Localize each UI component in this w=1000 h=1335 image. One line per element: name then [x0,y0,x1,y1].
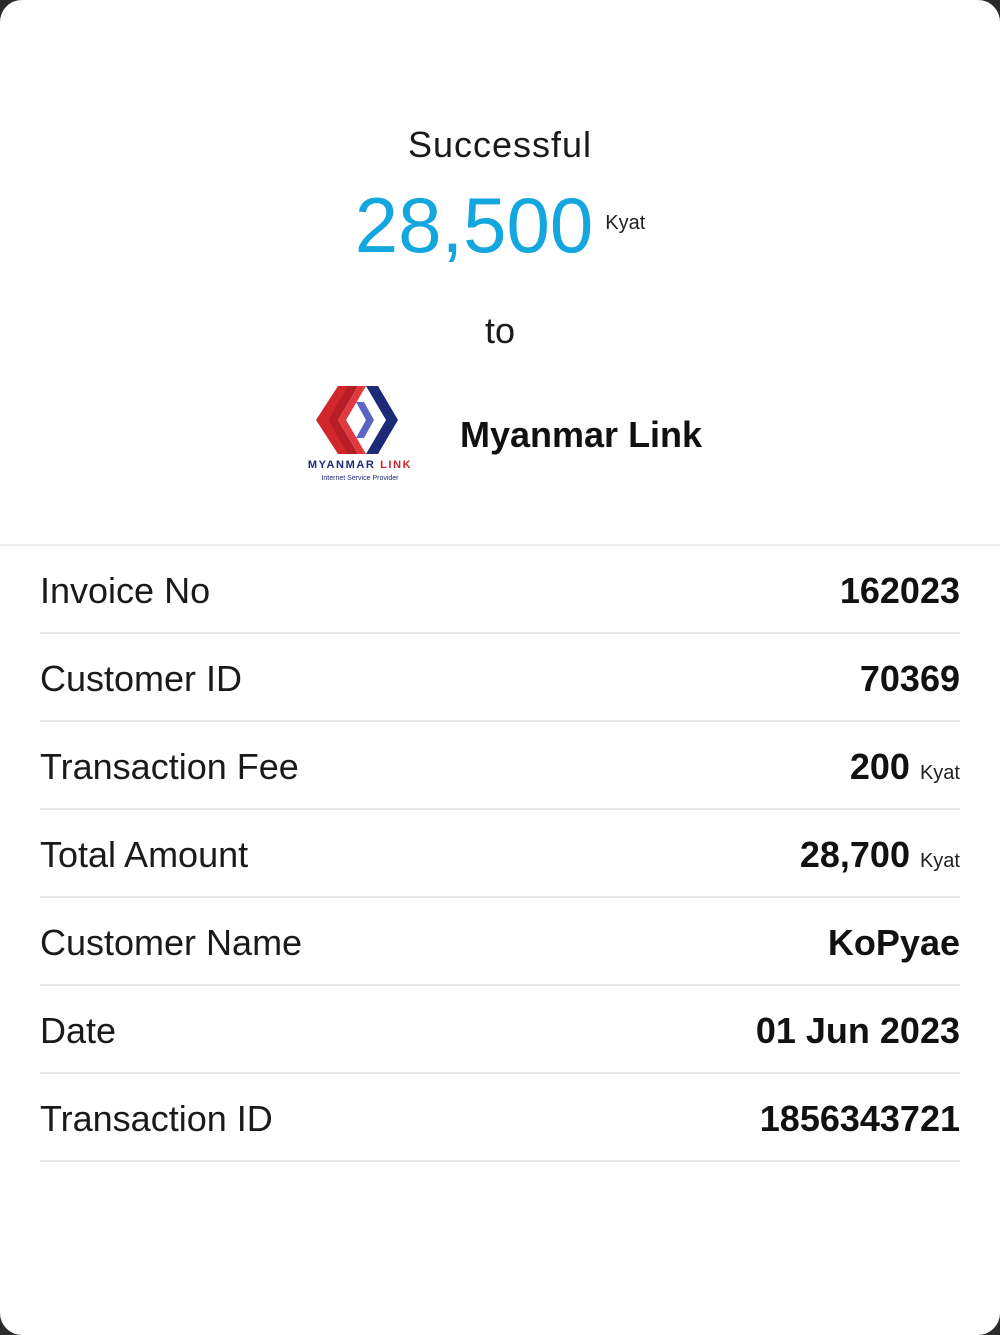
detail-row-invoice-no: Invoice No 162023 [40,546,960,634]
detail-row-total-amount: Total Amount 28,700 Kyat [40,810,960,898]
detail-row-customer-name: Customer Name KoPyae [40,898,960,986]
detail-unit: Kyat [919,762,960,784]
detail-value: 162023 [839,570,960,611]
detail-row-transaction-id: Transaction ID 1856343721 [40,1074,960,1162]
detail-unit: Kyat [919,850,960,872]
detail-label: Customer Name [40,922,303,963]
paid-amount-unit: Kyat [605,212,646,234]
detail-label: Transaction Fee [40,746,299,787]
merchant-block: MYANMAR LINK Internet Service Provider M… [300,380,720,490]
logo-wordmark: MYANMAR LINK [307,459,413,471]
myanmar-link-logo-icon [316,386,398,454]
detail-label: Customer ID [40,658,243,699]
detail-value: 1856343721 [759,1098,960,1139]
amount-block: 28,500 Kyat [0,182,1000,268]
logo-tagline: Internet Service Provider [321,475,399,482]
detail-value: 70369 [859,658,960,699]
detail-label: Transaction ID [40,1098,273,1139]
detail-value: 01 Jun 2023 [755,1010,960,1051]
myanmar-link-logo: MYANMAR LINK Internet Service Provider [300,380,420,490]
merchant-name: Myanmar Link [460,414,703,455]
detail-row-transaction-fee: Transaction Fee 200 Kyat [40,722,960,810]
to-label: to [484,310,516,351]
paid-amount: 28,500 [354,181,594,269]
receipt-card: Successful 28,500 Kyat to MYANMAR LINK In… [0,0,1000,1335]
detail-label: Date [40,1010,117,1051]
detail-value: 28,700 [799,834,910,875]
transaction-details: Invoice No 162023 Customer ID 70369 Tran… [40,546,960,1162]
detail-label: Invoice No [40,570,211,611]
detail-value: 200 [849,746,910,787]
detail-value-with-unit: 28,700 Kyat [800,834,960,876]
detail-row-customer-id: Customer ID 70369 [40,634,960,722]
detail-row-date: Date 01 Jun 2023 [40,986,960,1074]
payment-status: Successful [407,124,593,165]
detail-value: KoPyae [827,922,960,963]
detail-label: Total Amount [40,834,249,875]
detail-value-with-unit: 200 Kyat [850,746,960,788]
